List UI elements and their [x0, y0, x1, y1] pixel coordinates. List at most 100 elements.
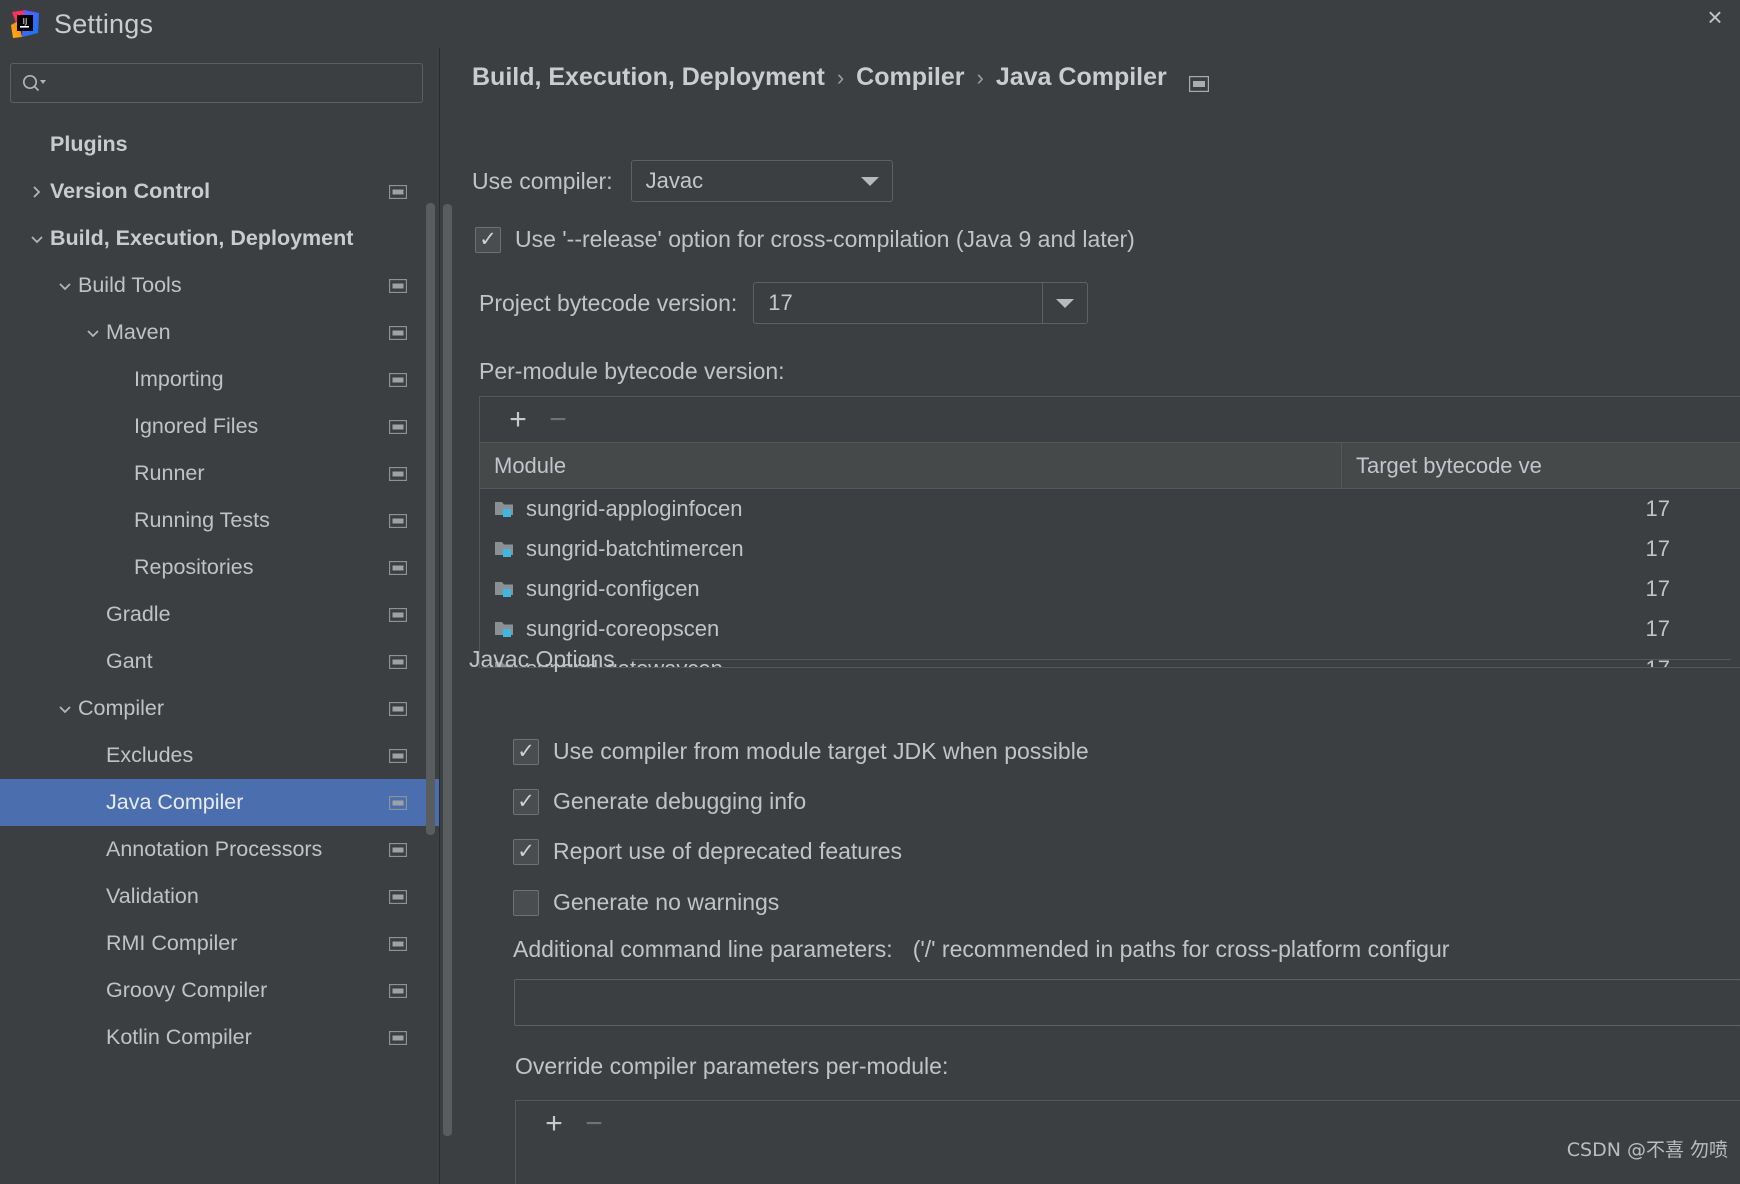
sidebar-item-maven[interactable]: Maven [0, 309, 439, 356]
chevron-down-icon[interactable] [1042, 283, 1087, 323]
module-folder-icon [494, 579, 516, 599]
sidebar-item-annotation-processors[interactable]: Annotation Processors [0, 826, 439, 873]
table-row[interactable]: sungrid-coreopscen 17 [480, 609, 1740, 649]
project-scope-icon[interactable] [388, 654, 408, 669]
project-scope-icon[interactable] [388, 795, 408, 810]
additional-params-field[interactable] [514, 979, 1740, 1026]
sidebar-item-groovy-compiler[interactable]: Groovy Compiler [0, 967, 439, 1014]
javac-option-row[interactable]: Generate no warnings [513, 889, 779, 916]
column-header-module[interactable]: Module [480, 443, 1342, 488]
javac-option-checkbox[interactable]: ✓ [513, 838, 539, 865]
additional-params-label: Additional command line parameters: [513, 936, 893, 962]
project-scope-icon[interactable] [388, 513, 408, 528]
project-scope-icon[interactable] [388, 607, 408, 622]
additional-params-input[interactable] [515, 980, 1740, 1025]
project-scope-icon[interactable] [388, 748, 408, 763]
sidebar-item-label: Gradle [106, 602, 171, 626]
sidebar-item-repositories[interactable]: Repositories [0, 544, 439, 591]
override-per-module-label: Override compiler parameters per-module: [515, 1053, 949, 1079]
search-box[interactable] [10, 63, 423, 103]
breadcrumb-part-1[interactable]: Build, Execution, Deployment [472, 63, 825, 92]
table-row[interactable]: sungrid-batchtimercen 17 [480, 529, 1740, 569]
release-option-checkbox[interactable]: ✓ [475, 226, 501, 253]
breadcrumb-part-2[interactable]: Compiler [856, 63, 964, 92]
search-input[interactable] [51, 73, 412, 93]
use-compiler-select[interactable]: Javac [630, 160, 893, 202]
sidebar-item-ignored-files[interactable]: Ignored Files [0, 403, 439, 450]
chevron-down-icon[interactable] [24, 230, 50, 248]
javac-option-checkbox[interactable]: ✓ [513, 738, 539, 765]
sidebar-item-gant[interactable]: Gant [0, 638, 439, 685]
minus-icon[interactable]: − [574, 1104, 614, 1144]
javac-option-row[interactable]: ✓ Use compiler from module target JDK whe… [513, 738, 1089, 765]
javac-option-row[interactable]: ✓ Generate debugging info [513, 788, 806, 815]
module-name: sungrid-batchtimercen [526, 536, 744, 561]
sidebar-item-build-execution-deployment[interactable]: Build, Execution, Deployment [0, 215, 439, 262]
sidebar-item-importing[interactable]: Importing [0, 356, 439, 403]
breadcrumb-separator-1: › [836, 64, 845, 90]
project-scope-icon[interactable] [388, 325, 408, 340]
project-bytecode-select[interactable]: 17 [753, 282, 1089, 324]
sidebar-item-runner[interactable]: Runner [0, 450, 439, 497]
target-bytecode-version-cell[interactable]: 17 [1342, 496, 1740, 522]
sidebar-item-label: Version Control [50, 179, 211, 203]
plus-icon[interactable]: + [534, 1104, 574, 1144]
sidebar-item-build-tools[interactable]: Build Tools [0, 262, 439, 309]
close-icon[interactable]: × [1700, 4, 1730, 34]
minus-icon[interactable]: − [538, 400, 578, 440]
main-scrollbar-thumb[interactable] [443, 204, 452, 1136]
project-scope-icon[interactable] [388, 419, 408, 434]
project-scope-icon[interactable] [388, 701, 408, 716]
breadcrumb-separator-2: › [976, 64, 984, 90]
target-bytecode-version-cell[interactable]: 17 [1342, 616, 1740, 642]
sidebar-item-running-tests[interactable]: Running Tests [0, 497, 439, 544]
javac-option-label: Use compiler from module target JDK when… [553, 738, 1089, 764]
sidebar-scrollbar-thumb[interactable] [426, 203, 435, 835]
module-name: sungrid-coreopscen [526, 616, 720, 641]
breadcrumb-part-3: Java Compiler [995, 63, 1167, 91]
sidebar-item-label: Kotlin Compiler [106, 1025, 252, 1049]
chevron-right-icon[interactable] [24, 183, 50, 201]
module-folder-icon [494, 539, 516, 559]
sidebar-item-kotlin-compiler[interactable]: Kotlin Compiler [0, 1014, 439, 1061]
project-scope-icon[interactable] [1188, 70, 1209, 92]
project-scope-icon[interactable] [388, 842, 408, 857]
sidebar-item-validation[interactable]: Validation [0, 873, 439, 920]
javac-option-checkbox[interactable] [513, 889, 539, 916]
sidebar-item-excludes[interactable]: Excludes [0, 732, 439, 779]
sidebar-item-label: Importing [134, 367, 224, 391]
breadcrumb: Build, Execution, Deployment › Compiler … [472, 63, 1209, 92]
project-scope-icon[interactable] [388, 278, 408, 293]
table-row[interactable]: sungrid-apploginfocen 17 [480, 489, 1740, 529]
javac-option-checkbox[interactable]: ✓ [513, 788, 539, 815]
sidebar-item-label: Ignored Files [134, 414, 259, 438]
sidebar-item-version-control[interactable]: Version Control [0, 168, 439, 215]
chevron-down-icon[interactable] [52, 700, 78, 718]
use-compiler-value: Javac [645, 168, 704, 193]
project-scope-icon[interactable] [388, 560, 408, 575]
project-scope-icon[interactable] [388, 466, 408, 481]
sidebar-item-gradle[interactable]: Gradle [0, 591, 439, 638]
column-header-target-bytecode-version[interactable]: Target bytecode ve [1342, 443, 1740, 488]
table-row[interactable]: sungrid-configcen 17 [480, 569, 1740, 609]
project-bytecode-row: Project bytecode version: 17 [479, 282, 1089, 324]
sidebar-item-rmi-compiler[interactable]: RMI Compiler [0, 920, 439, 967]
project-scope-icon[interactable] [388, 1030, 408, 1045]
target-bytecode-version-cell[interactable]: 17 [1342, 576, 1740, 602]
chevron-down-icon[interactable] [80, 324, 106, 342]
sidebar-item-java-compiler[interactable]: Java Compiler [0, 779, 439, 826]
project-scope-icon[interactable] [388, 936, 408, 951]
project-scope-icon[interactable] [388, 889, 408, 904]
project-scope-icon[interactable] [388, 983, 408, 998]
sidebar-item-compiler[interactable]: Compiler [0, 685, 439, 732]
release-option-row[interactable]: ✓ Use '--release' option for cross-compi… [475, 226, 1135, 253]
project-scope-icon[interactable] [388, 184, 408, 199]
sidebar-item-label: Runner [134, 461, 205, 485]
project-scope-icon[interactable] [388, 372, 408, 387]
chevron-down-icon[interactable] [848, 176, 892, 186]
sidebar-item-plugins[interactable]: Plugins [0, 121, 439, 168]
chevron-down-icon[interactable] [52, 277, 78, 295]
target-bytecode-version-cell[interactable]: 17 [1342, 536, 1740, 562]
javac-option-row[interactable]: ✓ Report use of deprecated features [513, 838, 902, 865]
plus-icon[interactable]: + [498, 400, 538, 440]
